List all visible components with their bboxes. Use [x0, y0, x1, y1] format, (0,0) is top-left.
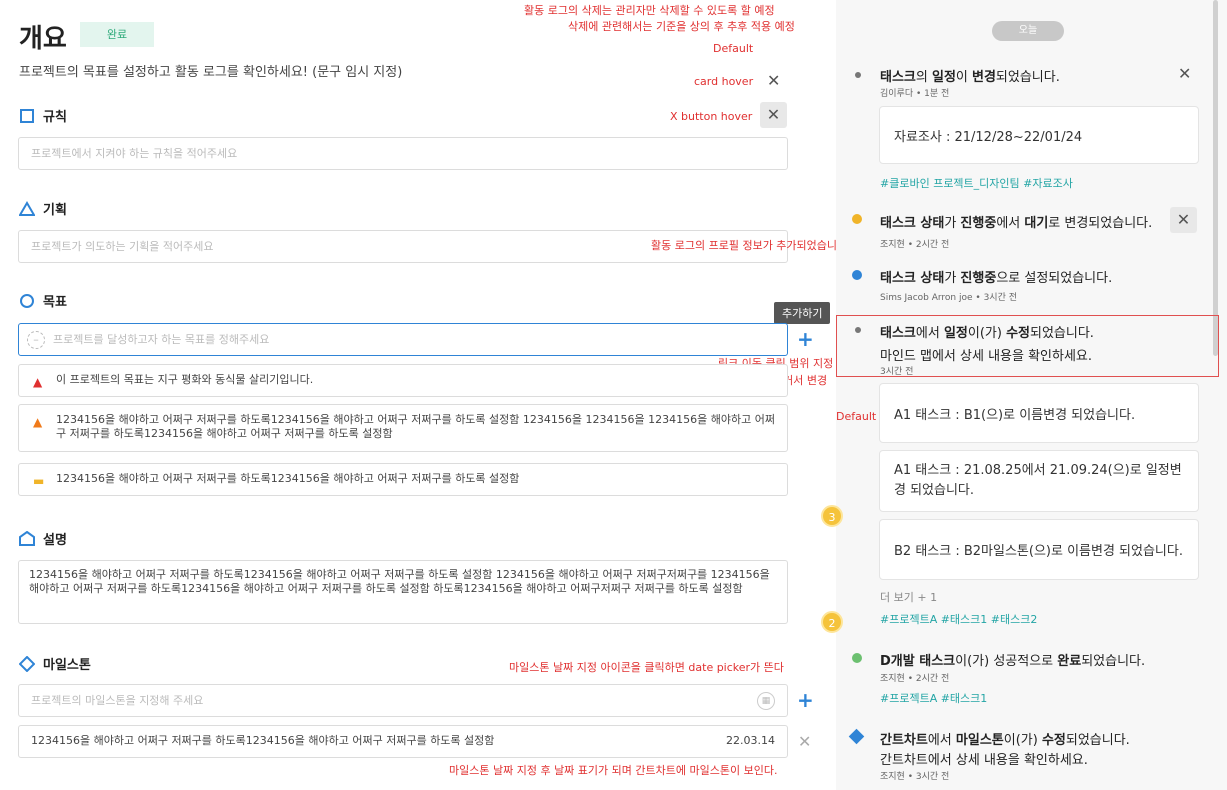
goal-input-placeholder: 프로젝트를 달성하고자 하는 목표를 정해주세요	[53, 333, 270, 346]
log-card[interactable]: A1 태스크 : B1(으)로 이름변경 되었습니다.	[879, 383, 1199, 443]
add-goal-button[interactable]: +	[797, 327, 814, 351]
priority-low-icon: ▬	[33, 474, 45, 488]
triangle-icon	[19, 200, 35, 216]
log-entry-meta: 3시간 전	[880, 367, 914, 377]
status-pending-icon	[852, 214, 862, 224]
log-entry-subline[interactable]: 마인드 맵에서 상세 내용을 확인하세요.	[880, 345, 1092, 364]
goal-input[interactable]: – 프로젝트를 달성하고자 하는 목표를 정해주세요	[18, 323, 788, 356]
log-entry-title: D개발 태스크이(가) 성공적으로 완료되었습니다.	[880, 654, 1146, 669]
section-goal-label: 목표	[43, 295, 67, 310]
log-tags[interactable]: #프로젝트A #태스크1 #태스크2	[880, 611, 1037, 627]
count-badge: 3	[821, 505, 843, 527]
goal-item[interactable]: ▲ 이 프로젝트의 목표는 지구 평화와 동식물 살리기입니다.	[18, 364, 788, 397]
section-rules-label: 규칙	[43, 110, 67, 125]
log-entry-subline[interactable]: 간트차트에서 상세 내용을 확인하세요.	[880, 749, 1088, 768]
annotation-profile: 활동 로그의 프로필 정보가 추가되었습니다.	[651, 239, 851, 252]
goal-item-text: 1234156을 해야하고 어쩌구 저쩌구를 하도록1234156을 해야하고 …	[56, 472, 520, 485]
description-textarea[interactable]: 1234156을 해야하고 어쩌구 저쩌구를 하도록1234156을 해야하고 …	[18, 560, 788, 624]
log-card[interactable]: A1 태스크 : 21.08.25에서 21.09.24(으)로 일정변경 되었…	[879, 450, 1199, 512]
annotation-delete-1: 활동 로그의 삭제는 관리자만 삭제할 수 있도록 할 예정	[524, 4, 775, 17]
log-entry-meta: 김이루다 • 1분 전	[880, 89, 950, 99]
annotation-datepicker: 마일스톤 날짜 지정 아이콘을 클릭하면 date picker가 뜬다	[509, 661, 784, 674]
section-description-label: 설명	[43, 533, 67, 548]
pentagon-icon	[19, 530, 35, 546]
calendar-icon[interactable]: ▦	[757, 692, 775, 710]
goal-item[interactable]: ▲ 1234156을 해야하고 어쩌구 저쩌구를 하도록1234156을 해야하…	[18, 404, 788, 452]
scrollbar[interactable]	[1213, 0, 1218, 356]
today-chip: 오늘	[992, 21, 1064, 41]
close-icon[interactable]: ✕	[767, 71, 780, 90]
count-badge: 2	[821, 611, 843, 633]
delete-milestone-icon[interactable]: ✕	[798, 732, 811, 751]
priority-medium-icon: ▲	[33, 415, 43, 429]
priority-select-icon[interactable]: –	[27, 330, 45, 349]
show-more-link[interactable]: 더 보기 + 1	[880, 589, 937, 605]
annotation-delete-2: 삭제에 관련해서는 기준을 상의 후 추후 적용 예정	[568, 20, 795, 33]
add-milestone-button[interactable]: +	[797, 688, 814, 712]
log-entry-meta: 조지현 • 2시간 전	[880, 674, 950, 684]
log-card[interactable]: B2 태스크 : B2마일스톤(으)로 이름변경 되었습니다.	[879, 519, 1199, 580]
status-in-progress-icon	[852, 270, 862, 280]
section-plan-header: 기획	[19, 199, 67, 218]
milestone-item-text: 1234156을 해야하고 어쩌구 저쩌구를 하도록1234156을 해야하고 …	[31, 734, 495, 747]
close-hover-button[interactable]: ✕	[760, 102, 787, 128]
milestone-item[interactable]: 1234156을 해야하고 어쩌구 저쩌구를 하도록1234156을 해야하고 …	[18, 725, 788, 758]
square-icon	[20, 108, 34, 123]
timeline-dot	[855, 72, 861, 78]
diamond-icon	[19, 655, 35, 672]
page-subtitle: 프로젝트의 목표를 설정하고 활동 로그를 확인하세요! (문구 임시 지정)	[19, 65, 403, 80]
section-milestone-label: 마일스톤	[43, 658, 91, 673]
status-badge: 완료	[80, 22, 154, 47]
log-entry-title: 태스크의 일정이 변경되었습니다.	[880, 70, 1060, 85]
goal-item-text: 이 프로젝트의 목표는 지구 평화와 동식물 살리기입니다.	[56, 373, 314, 386]
section-milestone-header: 마일스톤	[19, 654, 91, 673]
annotation-default: Default	[713, 42, 754, 55]
milestone-item-date: 22.03.14	[726, 734, 775, 747]
rules-input[interactable]: 프로젝트에서 지켜야 하는 규칙을 적어주세요	[18, 137, 788, 170]
page-title: 개요	[19, 24, 67, 54]
log-entry-title: 간트차트에서 마일스톤이(가) 수정되었습니다.	[880, 733, 1130, 748]
annotation-card-hover: card hover	[694, 75, 754, 88]
log-entry-meta: Sims Jacob Arron joe • 3시간 전	[880, 293, 1018, 303]
section-rules-header: 규칙	[19, 106, 67, 125]
section-goal-header: 목표	[19, 291, 67, 310]
add-tooltip: 추가하기	[774, 302, 831, 324]
goal-item-text: 1234156을 해야하고 어쩌구 저쩌구를 하도록1234156을 해야하고 …	[56, 413, 775, 440]
annotation-milestone-after: 마일스톤 날짜 지정 후 날짜 표기가 되며 간트차트에 마일스톤이 보인다.	[449, 764, 778, 777]
log-entry-title[interactable]: 태스크에서 일정이(가) 수정되었습니다.	[880, 322, 1094, 341]
section-plan-label: 기획	[43, 203, 67, 218]
log-entry-title: 태스크 상태가 진행중에서 대기로 변경되었습니다.	[880, 216, 1153, 231]
annotation-x-button-hover: X button hover	[670, 110, 753, 123]
goal-item[interactable]: ▬ 1234156을 해야하고 어쩌구 저쩌구를 하도록1234156을 해야하…	[18, 463, 788, 496]
timeline-dot	[855, 327, 861, 333]
priority-high-icon: ▲	[33, 375, 43, 389]
log-entry-meta: 조지현 • 2시간 전	[880, 240, 950, 250]
log-entry-title: 태스크 상태가 진행중으로 설정되었습니다.	[880, 271, 1113, 286]
log-card[interactable]: 자료조사 : 21/12/28~22/01/24	[879, 106, 1199, 164]
section-description-header: 설명	[19, 529, 67, 548]
status-complete-icon	[852, 653, 862, 663]
annotation-default-2: Default	[836, 410, 877, 423]
log-tags[interactable]: #프로젝트A #태스크1	[880, 690, 987, 706]
log-entry-meta: 조지현 • 3시간 전	[880, 772, 950, 782]
milestone-input[interactable]: 프로젝트의 마일스톤을 지정해 주세요	[18, 684, 788, 717]
log-tags[interactable]: #클로바인 프로젝트_디자인팀 #자료조사	[880, 175, 1073, 191]
circle-icon	[20, 293, 34, 308]
log-delete-icon[interactable]: ✕	[1178, 64, 1191, 83]
log-delete-icon[interactable]: ✕	[1170, 207, 1197, 233]
